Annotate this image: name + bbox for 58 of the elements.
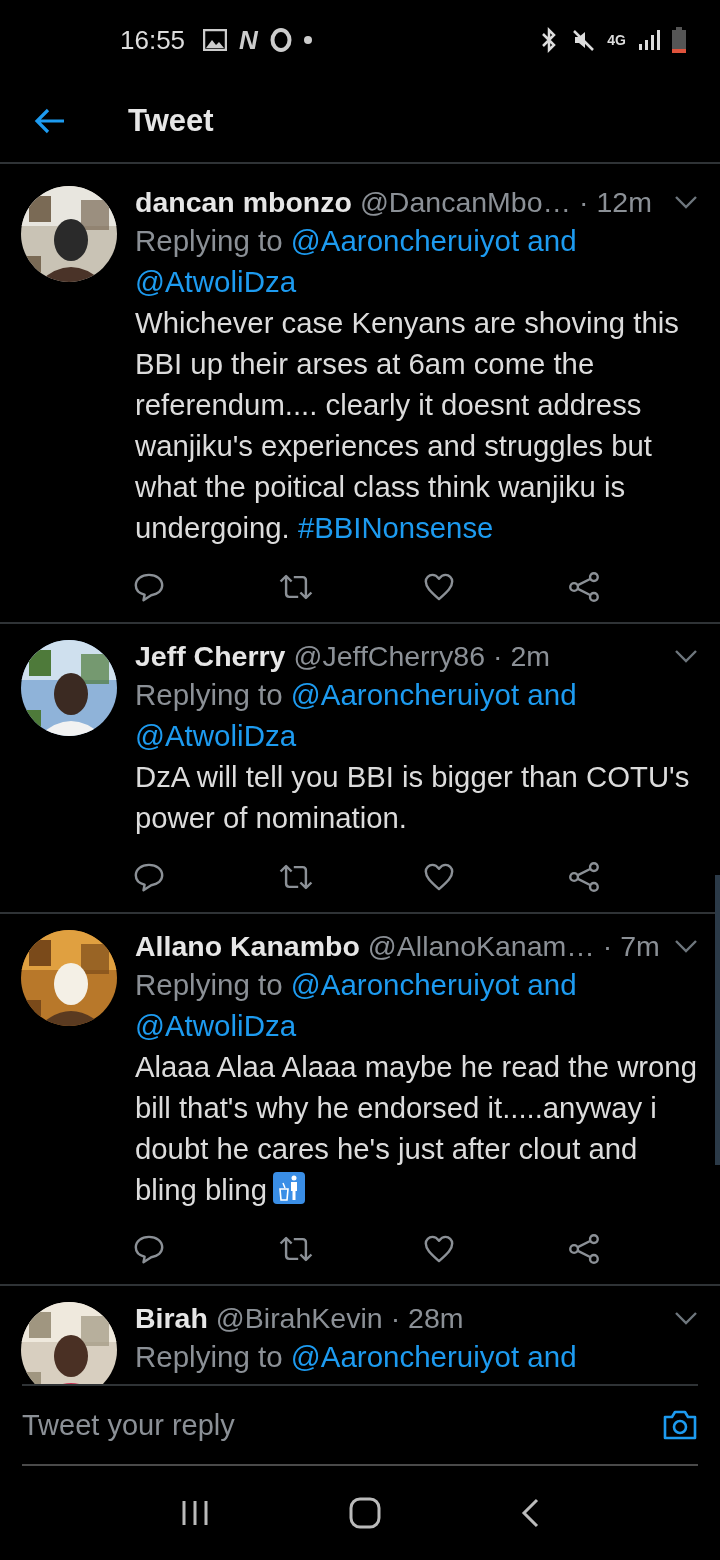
tweet-time: · 2m bbox=[493, 639, 551, 673]
mention-link[interactable]: @AtwoliDza bbox=[135, 1009, 297, 1042]
heart-icon[interactable] bbox=[423, 572, 455, 602]
retweet-icon[interactable] bbox=[278, 862, 314, 892]
tweet-time: · 7m bbox=[602, 929, 660, 963]
ring-icon bbox=[269, 28, 292, 52]
mention-link[interactable]: @Aaroncheruiyot and bbox=[290, 968, 577, 1001]
chevron-down-icon[interactable] bbox=[674, 939, 698, 953]
user-name[interactable]: dancan mbonzo bbox=[135, 185, 352, 219]
retweet-icon[interactable] bbox=[278, 572, 314, 602]
replying-to-line: Replying to @Aaroncheruiyot and @AtwoliDza bbox=[135, 967, 578, 1044]
mention-link[interactable]: @AtwoliDza bbox=[135, 265, 297, 298]
chevron-down-icon[interactable] bbox=[674, 195, 698, 209]
tweet-text: Whichever case Kenyans are shoving this BBI up their arses at 6am come the referendum.... clearly it doesnt address wanjiku's experiences and struggles but what the poitical class think wanjiku is undergoing. #BBINonsense bbox=[135, 306, 679, 544]
reply-icon[interactable] bbox=[133, 861, 165, 893]
heart-icon[interactable] bbox=[423, 1234, 455, 1264]
image-icon bbox=[203, 29, 228, 51]
mention-link[interactable]: @AtwoliDza bbox=[135, 719, 297, 752]
hashtag-link[interactable]: #BBINonsense bbox=[297, 511, 494, 544]
tweet-text: DzA will tell you BBI is bigger than COTU's power of nomination. bbox=[135, 760, 690, 834]
user-handle[interactable]: @DancanMbo… bbox=[359, 185, 572, 219]
back-icon[interactable] bbox=[520, 1498, 541, 1528]
replying-to-line: Replying to @Aaroncheruiyot and bbox=[135, 1339, 578, 1375]
page-title: Tweet bbox=[128, 103, 214, 139]
app-letter: N bbox=[239, 24, 258, 56]
chevron-down-icon[interactable] bbox=[674, 649, 698, 663]
user-name[interactable]: Jeff Cherry bbox=[135, 639, 286, 673]
home-icon[interactable] bbox=[349, 1497, 381, 1529]
share-icon[interactable] bbox=[568, 861, 600, 893]
heart-icon[interactable] bbox=[423, 862, 455, 892]
share-icon[interactable] bbox=[568, 571, 600, 603]
reply-icon[interactable] bbox=[133, 571, 165, 603]
mute-icon bbox=[571, 28, 596, 52]
clock-time: 16:55 bbox=[120, 24, 186, 56]
chevron-down-icon[interactable] bbox=[674, 1311, 698, 1325]
replying-to-line: Replying to @Aaroncheruiyot and @AtwoliDza bbox=[135, 677, 578, 754]
camera-icon[interactable] bbox=[662, 1409, 698, 1441]
share-icon[interactable] bbox=[568, 1233, 600, 1265]
reply-icon[interactable] bbox=[133, 1233, 165, 1265]
user-name[interactable]: Birah bbox=[135, 1301, 208, 1335]
mention-link[interactable]: @Aaroncheruiyot and bbox=[290, 1340, 577, 1373]
tweet-text: Alaaa Alaa Alaaa maybe he read the wrong bill that's why he endorsed it.....anyway i doubt he cares he's just after clout and bling bling bbox=[135, 1050, 697, 1206]
mention-link[interactable]: @Aaroncheruiyot and bbox=[290, 224, 577, 257]
back-arrow-icon[interactable] bbox=[34, 107, 66, 135]
user-handle[interactable]: @JeffCherry86 bbox=[293, 639, 486, 673]
mention-link[interactable]: @Aaroncheruiyot and bbox=[290, 678, 577, 711]
reply-input-field[interactable]: Tweet your reply bbox=[22, 1408, 662, 1442]
tweet-time: · 28m bbox=[390, 1301, 464, 1335]
signal-icon bbox=[638, 29, 660, 51]
network-label: 4G bbox=[607, 32, 626, 48]
battery-icon bbox=[672, 27, 686, 53]
user-handle[interactable]: @BirahKevin bbox=[215, 1301, 383, 1335]
retweet-icon[interactable] bbox=[278, 1234, 314, 1264]
user-handle[interactable]: @AllanoKanam… bbox=[367, 929, 595, 963]
user-name[interactable]: Allano Kanambo bbox=[135, 929, 360, 963]
tweet-time: · 12m bbox=[579, 185, 652, 219]
replying-to-line: Replying to @Aaroncheruiyot and @AtwoliDza bbox=[135, 223, 578, 300]
dot-icon bbox=[303, 36, 312, 44]
